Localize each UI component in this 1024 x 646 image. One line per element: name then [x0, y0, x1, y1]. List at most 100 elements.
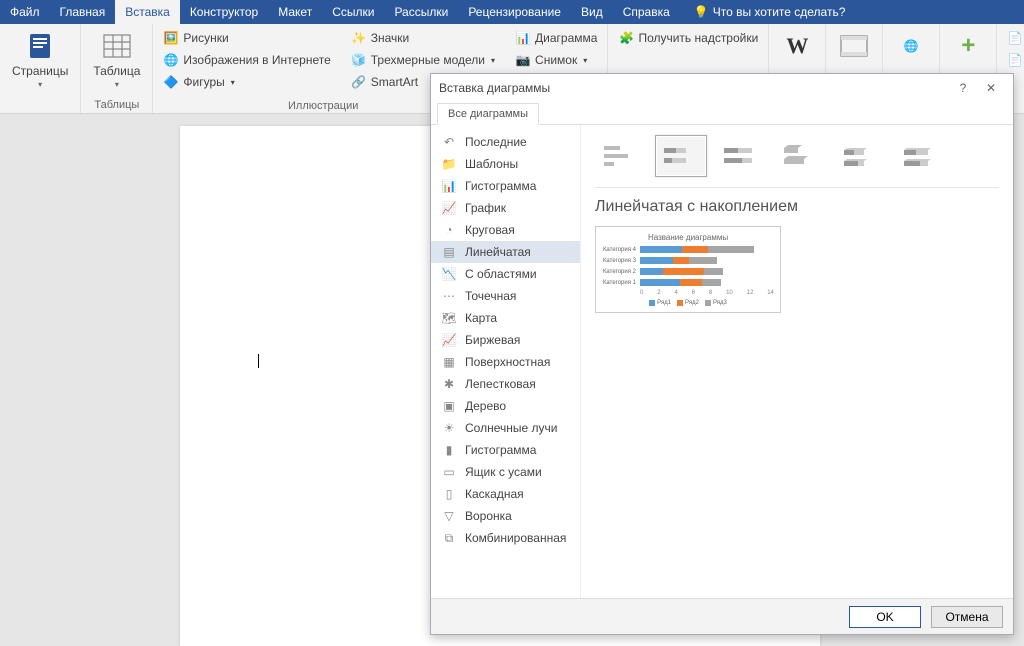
tell-me[interactable]: 💡 Что вы хотите сделать? — [684, 0, 856, 24]
text-cursor — [258, 354, 259, 368]
subtype-stacked-bar[interactable] — [655, 135, 707, 177]
online-picture-icon: 🌐 — [163, 52, 179, 68]
link-button[interactable]: 🌐 — [889, 28, 933, 64]
screenshot-button[interactable]: 📷Снимок▾ — [511, 50, 601, 70]
category-icon: 📈 — [441, 200, 457, 216]
category-item-1[interactable]: 📁Шаблоны — [431, 153, 580, 175]
subtype-3d-clustered-bar[interactable] — [775, 135, 827, 177]
preview-bar-segment — [640, 246, 682, 253]
header-button[interactable]: 📄Вер — [1003, 28, 1024, 48]
online-video-button[interactable] — [832, 28, 876, 64]
3d-models-button[interactable]: 🧊Трехмерные модели▾ — [347, 50, 499, 70]
pictures-button[interactable]: 🖼️Рисунки — [159, 28, 334, 48]
category-item-16[interactable]: ▯Каскадная — [431, 483, 580, 505]
category-item-6[interactable]: 📉С областями — [431, 263, 580, 285]
legend-label: Ряд3 — [713, 300, 727, 306]
category-item-15[interactable]: ▭Ящик с усами — [431, 461, 580, 483]
category-icon: ▮ — [441, 442, 457, 458]
category-icon: ▯ — [441, 486, 457, 502]
category-label: С областями — [465, 267, 537, 281]
category-item-0[interactable]: ↶Последние — [431, 131, 580, 153]
category-item-17[interactable]: ▽Воронка — [431, 505, 580, 527]
ribbon-group-pages: Страницы ▾ — [0, 24, 81, 113]
subtype-clustered-bar[interactable] — [595, 135, 647, 177]
tab-all-charts[interactable]: Все диаграммы — [437, 103, 539, 125]
tab-references[interactable]: Ссылки — [322, 0, 384, 24]
picture-icon: 🖼️ — [163, 30, 179, 46]
dialog-tabbar: Все диаграммы — [431, 102, 1013, 125]
tab-help[interactable]: Справка — [613, 0, 680, 24]
tab-design[interactable]: Конструктор — [180, 0, 268, 24]
category-label: Ящик с усами — [465, 465, 542, 479]
legend-swatch — [677, 300, 683, 306]
preview-category-label: Категория 1 — [602, 280, 636, 286]
dropdown-icon: ▾ — [115, 80, 119, 89]
preview-bar-segment — [673, 257, 690, 264]
chart-icon: 📊 — [515, 30, 531, 46]
menu-bar: Файл Главная Вставка Конструктор Макет С… — [0, 0, 1024, 24]
category-item-12[interactable]: ▣Дерево — [431, 395, 580, 417]
category-label: Биржевая — [465, 333, 520, 347]
category-item-9[interactable]: 📈Биржевая — [431, 329, 580, 351]
chart-preview[interactable]: Название диаграммы Категория 4Категория … — [595, 226, 781, 313]
subtype-3d-100-stacked-bar[interactable] — [895, 135, 947, 177]
tab-review[interactable]: Рецензирование — [458, 0, 571, 24]
subtype-100-stacked-bar[interactable] — [715, 135, 767, 177]
preview-category-label: Категория 4 — [602, 247, 636, 253]
category-item-14[interactable]: ▮Гистограмма — [431, 439, 580, 461]
category-item-5[interactable]: ▤Линейчатая — [431, 241, 580, 263]
table-icon — [101, 30, 133, 62]
close-button[interactable]: ✕ — [977, 81, 1005, 95]
cancel-button[interactable]: Отмена — [931, 606, 1003, 628]
dropdown-icon: ▾ — [583, 56, 587, 65]
get-addins-button[interactable]: 🧩Получить надстройки — [614, 28, 762, 48]
tab-insert[interactable]: Вставка — [115, 0, 180, 24]
category-item-18[interactable]: ⧉ Комбинированная — [431, 527, 580, 549]
footer-button[interactable]: 📄Ни — [1003, 50, 1024, 70]
dropdown-icon: ▾ — [38, 80, 42, 89]
category-item-11[interactable]: ✱ Лепестковая — [431, 373, 580, 395]
category-icon: ✱ — [441, 376, 457, 392]
legend-swatch — [705, 300, 711, 306]
category-item-7[interactable]: ⋯Точечная — [431, 285, 580, 307]
table-button[interactable]: Таблица ▾ — [87, 28, 146, 91]
preview-row: Категория 1 — [602, 279, 774, 286]
online-pictures-label: Изображения в Интернете — [183, 53, 330, 67]
tab-layout[interactable]: Макет — [268, 0, 322, 24]
pages-button[interactable]: Страницы ▾ — [6, 28, 74, 91]
category-item-13[interactable]: ☀Солнечные лучи — [431, 417, 580, 439]
help-button[interactable]: ? — [949, 81, 977, 95]
category-label: Круговая — [465, 223, 515, 237]
category-label: Комбинированная — [465, 531, 566, 545]
category-item-2[interactable]: 📊Гистограмма — [431, 175, 580, 197]
tab-mailings[interactable]: Рассылки — [384, 0, 458, 24]
dialog-title: Вставка диаграммы — [439, 81, 550, 95]
category-label: Последние — [465, 135, 527, 149]
subtype-3d-stacked-bar[interactable] — [835, 135, 887, 177]
tab-home[interactable]: Главная — [50, 0, 116, 24]
get-addins-label: Получить надстройки — [638, 31, 758, 45]
category-item-10[interactable]: ▦Поверхностная — [431, 351, 580, 373]
online-pictures-button[interactable]: 🌐 Изображения в Интернете — [159, 50, 334, 70]
preview-category-label: Категория 2 — [602, 269, 636, 275]
preview-bar-segment — [680, 279, 702, 286]
category-label: Лепестковая — [465, 377, 536, 391]
wikipedia-button[interactable]: W — [775, 28, 819, 64]
category-item-3[interactable]: 📈График — [431, 197, 580, 219]
table-label: Таблица — [93, 64, 140, 78]
legend-entry: Ряд1 — [649, 300, 671, 306]
globe-icon: 🌐 — [895, 30, 927, 62]
tab-file[interactable]: Файл — [0, 0, 50, 24]
chart-button[interactable]: 📊Диаграмма — [511, 28, 601, 48]
comment-button[interactable]: + — [946, 28, 990, 64]
category-icon: ⧉ — [441, 530, 457, 546]
lightbulb-icon: 💡 — [694, 5, 709, 19]
shapes-button[interactable]: 🔷Фигуры▾ — [159, 72, 334, 92]
category-item-4[interactable]: ◔Круговая — [431, 219, 580, 241]
preview-row: Категория 3 — [602, 257, 774, 264]
tab-view[interactable]: Вид — [571, 0, 613, 24]
dropdown-icon: ▾ — [231, 78, 235, 87]
icons-button[interactable]: ✨Значки — [347, 28, 499, 48]
category-item-8[interactable]: 🗺Карта — [431, 307, 580, 329]
ok-button[interactable]: OK — [849, 606, 921, 628]
